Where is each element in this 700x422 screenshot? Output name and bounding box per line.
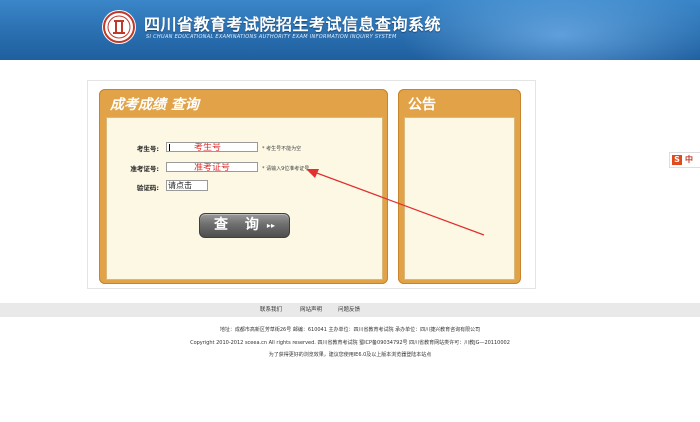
input-mode-text: 中 [685,155,693,164]
captcha-label: 验证码: [136,184,159,192]
admission-no-placeholder: 准考证号 [194,163,231,172]
candidate-no-placeholder: 考生号 [194,143,222,152]
footer-copyright: Copyright 2010-2012 sceea.cn All rights … [190,340,510,346]
query-submit-button[interactable]: 查 询 ▸▸ [199,213,290,238]
footer-link-feedback[interactable]: 问题反馈 [338,303,360,317]
footer-browser-note: 为了获得更好的浏览效果，建议您使用IE6.0及以上版本浏览器登陆本站点 [268,352,432,358]
footer-nav: 联系我们 网站声明 问题反馈 [0,303,700,317]
site-subtitle: SI CHUAN EDUCATIONAL EXAMINATIONS AUTHOR… [146,34,397,40]
admission-no-hint: * 请输入9位准考证号 [262,166,310,172]
candidate-no-label: 考生号: [136,145,159,153]
query-button-label: 查 询 [214,217,265,233]
admission-no-input[interactable]: 准考证号 [166,162,258,172]
site-title: 四川省教育考试院招生考试信息查询系统 [144,15,442,34]
captcha-text: 请点击 [168,181,192,190]
input-method-badge[interactable]: S 中 [669,152,700,168]
footer-address: 地址：成都市高新区芳草街26号 邮编：610041 主办单位：四川省教育考试院 … [219,327,481,333]
sogou-icon: S [672,155,682,165]
query-panel-title: 成考成绩 查询 [110,97,199,113]
header-glow [400,0,700,60]
notice-panel-title: 公告 [408,97,436,113]
sceea-logo-icon [102,10,136,44]
captcha-input[interactable]: 请点击 [166,180,208,191]
notice-content-area [404,117,515,280]
footer-link-statement[interactable]: 网站声明 [300,303,322,317]
footer-link-contact[interactable]: 联系我们 [260,303,282,317]
admission-no-label: 准考证号: [130,165,159,173]
candidate-no-hint: * 考生号不能为空 [262,146,302,152]
double-arrow-icon: ▸▸ [266,221,275,230]
notice-panel: 公告 [398,89,521,284]
site-header: 四川省教育考试院招生考试信息查询系统 SI CHUAN EDUCATIONAL … [0,0,700,60]
candidate-no-input[interactable]: 考生号 [166,142,258,152]
